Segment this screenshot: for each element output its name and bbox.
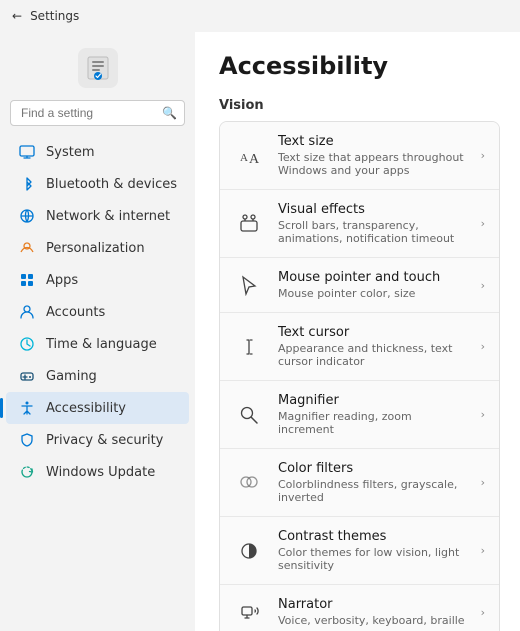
color-filters-icon [234,468,264,498]
setting-name-contrast-themes: Contrast themes [278,529,467,544]
sidebar-item-label: Bluetooth & devices [46,177,177,192]
section-vision: Vision AA Text size Text size that appea… [219,98,500,631]
setting-item-magnifier[interactable]: Magnifier Magnifier reading, zoom increm… [220,381,499,449]
sidebar-item-label: Apps [46,273,78,288]
visual-effects-icon [234,209,264,239]
setting-name-mouse-pointer: Mouse pointer and touch [278,270,467,285]
setting-text-text-size: Text size Text size that appears through… [278,134,467,177]
gaming-icon [18,367,36,385]
magnifier-icon [234,400,264,430]
sidebar-item-accessibility[interactable]: Accessibility [6,392,189,424]
sidebar-item-gaming[interactable]: Gaming [6,360,189,392]
setting-text-visual-effects: Visual effects Scroll bars, transparency… [278,202,467,245]
setting-item-text-cursor[interactable]: Text cursor Appearance and thickness, te… [220,313,499,381]
setting-item-narrator[interactable]: Narrator Voice, verbosity, keyboard, bra… [220,585,499,631]
chevron-icon-narrator: › [481,606,485,619]
sidebar-item-network[interactable]: Network & internet [6,200,189,232]
setting-name-magnifier: Magnifier [278,393,467,408]
setting-item-mouse-pointer[interactable]: Mouse pointer and touch Mouse pointer co… [220,258,499,313]
sidebar-item-label: Gaming [46,369,97,384]
search-box[interactable]: 🔍 [10,100,185,126]
sidebar-item-label: Accessibility [46,401,126,416]
settings-group-vision: AA Text size Text size that appears thro… [219,121,500,631]
sidebar-item-label: Network & internet [46,209,170,224]
setting-desc-contrast-themes: Color themes for low vision, light sensi… [278,546,467,572]
back-button[interactable]: ← [12,9,22,23]
setting-text-contrast-themes: Contrast themes Color themes for low vis… [278,529,467,572]
setting-desc-text-cursor: Appearance and thickness, text cursor in… [278,342,467,368]
setting-item-color-filters[interactable]: Color filters Colorblindness filters, gr… [220,449,499,517]
chevron-icon-text-size: › [481,149,485,162]
title-bar-label: Settings [30,9,79,23]
bluetooth-icon [18,175,36,193]
setting-desc-magnifier: Magnifier reading, zoom increment [278,410,467,436]
update-icon [18,463,36,481]
sidebar-item-system[interactable]: System [6,136,189,168]
setting-name-text-size: Text size [278,134,467,149]
sidebar-item-personalization[interactable]: Personalization [6,232,189,264]
setting-text-narrator: Narrator Voice, verbosity, keyboard, bra… [278,597,467,627]
sidebar: 🔍 System Bluetooth & devices Network & i… [0,32,195,631]
setting-desc-text-size: Text size that appears throughout Window… [278,151,467,177]
setting-text-magnifier: Magnifier Magnifier reading, zoom increm… [278,393,467,436]
chevron-icon-color-filters: › [481,476,485,489]
apps-icon [18,271,36,289]
sidebar-item-update[interactable]: Windows Update [6,456,189,488]
time-icon [18,335,36,353]
setting-desc-narrator: Voice, verbosity, keyboard, braille [278,614,467,627]
sidebar-item-accounts[interactable]: Accounts [6,296,189,328]
search-icon: 🔍 [162,106,177,120]
main-content: Accessibility Vision AA Text size Text s… [195,32,520,631]
setting-item-visual-effects[interactable]: Visual effects Scroll bars, transparency… [220,190,499,258]
setting-item-text-size[interactable]: AA Text size Text size that appears thro… [220,122,499,190]
accessibility-icon [18,399,36,417]
accounts-icon [18,303,36,321]
section-label-vision: Vision [219,98,500,113]
chevron-icon-visual-effects: › [481,217,485,230]
setting-text-mouse-pointer: Mouse pointer and touch Mouse pointer co… [278,270,467,300]
personalization-icon [18,239,36,257]
sidebar-item-time[interactable]: Time & language [6,328,189,360]
chevron-icon-contrast-themes: › [481,544,485,557]
sidebar-item-bluetooth[interactable]: Bluetooth & devices [6,168,189,200]
page-title: Accessibility [219,52,500,80]
app-icon-area [0,40,195,100]
setting-name-visual-effects: Visual effects [278,202,467,217]
text-size-icon: AA [234,141,264,171]
search-input[interactable] [10,100,185,126]
sidebar-item-label: System [46,145,94,160]
title-bar: ← Settings [0,0,520,32]
privacy-icon [18,431,36,449]
setting-desc-mouse-pointer: Mouse pointer color, size [278,287,467,300]
chevron-icon-text-cursor: › [481,340,485,353]
svg-text:A: A [240,152,248,164]
chevron-icon-mouse-pointer: › [481,279,485,292]
chevron-icon-magnifier: › [481,408,485,421]
setting-desc-color-filters: Colorblindness filters, grayscale, inver… [278,478,467,504]
text-cursor-icon [234,332,264,362]
sidebar-item-label: Personalization [46,241,145,256]
sidebar-item-label: Privacy & security [46,433,163,448]
setting-desc-visual-effects: Scroll bars, transparency, animations, n… [278,219,467,245]
setting-item-contrast-themes[interactable]: Contrast themes Color themes for low vis… [220,517,499,585]
mouse-pointer-icon [234,270,264,300]
setting-text-color-filters: Color filters Colorblindness filters, gr… [278,461,467,504]
app-icon [78,48,118,88]
narrator-icon [234,597,264,627]
sidebar-item-label: Time & language [46,337,157,352]
contrast-themes-icon [234,536,264,566]
svg-text:A: A [249,152,260,167]
sidebar-item-privacy[interactable]: Privacy & security [6,424,189,456]
sidebar-item-apps[interactable]: Apps [6,264,189,296]
network-icon [18,207,36,225]
setting-name-color-filters: Color filters [278,461,467,476]
setting-name-narrator: Narrator [278,597,467,612]
setting-name-text-cursor: Text cursor [278,325,467,340]
sidebar-item-label: Accounts [46,305,105,320]
system-icon [18,143,36,161]
setting-text-text-cursor: Text cursor Appearance and thickness, te… [278,325,467,368]
sidebar-item-label: Windows Update [46,465,155,480]
